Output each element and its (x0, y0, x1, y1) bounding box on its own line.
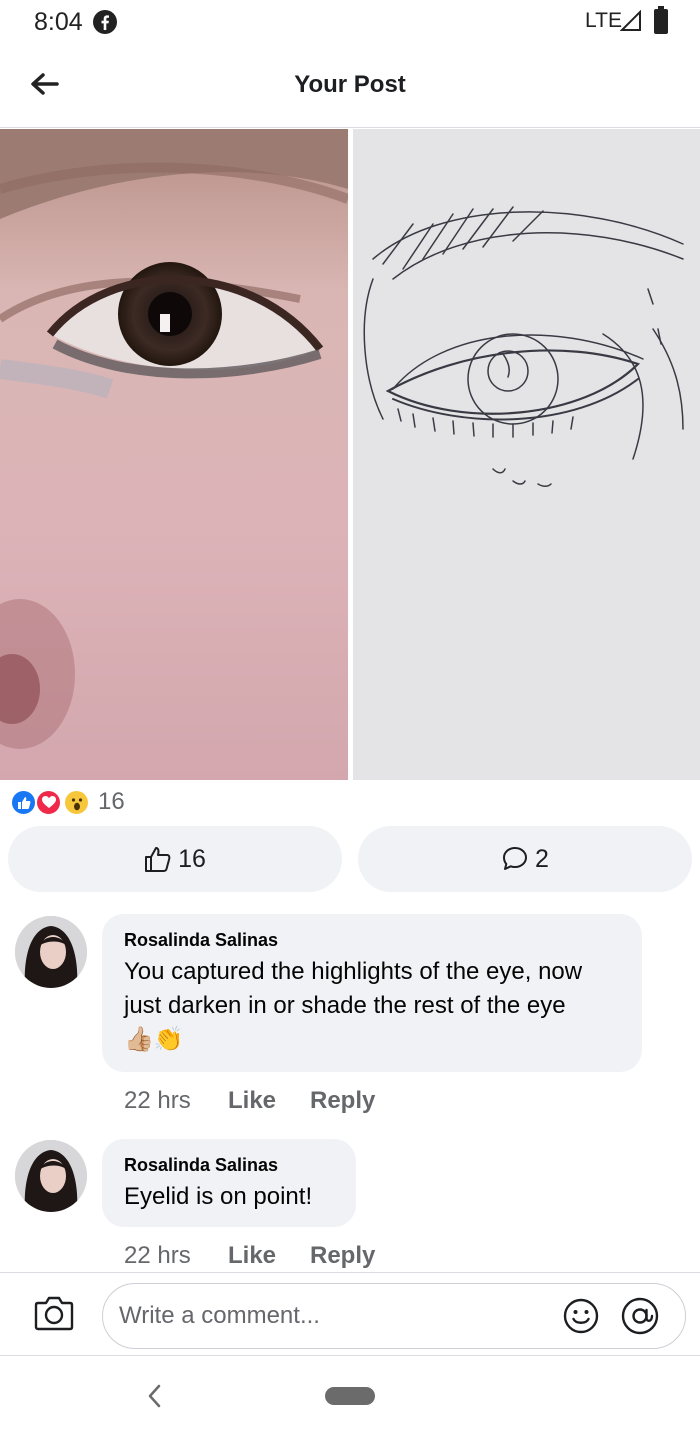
comment-author[interactable]: Rosalinda Salinas (124, 1155, 334, 1176)
comment-text: You captured the highlights of the eye, … (124, 958, 583, 1019)
smiley-icon[interactable] (562, 1297, 600, 1335)
page-title: Your Post (294, 71, 406, 98)
reaction-count: 16 (98, 788, 125, 815)
comment-count: 2 (535, 844, 549, 873)
at-sign-icon[interactable] (620, 1297, 660, 1335)
comment-emoji: 👍🏼👏 (124, 1026, 184, 1053)
comment-like-button[interactable]: Like (228, 1242, 310, 1270)
comment-author[interactable]: Rosalinda Salinas (124, 930, 620, 951)
comment-time: 22 hrs (124, 1242, 191, 1269)
thumbs-up-icon (145, 847, 171, 872)
avatar[interactable] (15, 916, 87, 988)
comment-reply-button[interactable]: Reply (310, 1087, 375, 1115)
post-photo-sketch[interactable] (353, 129, 700, 780)
like-reaction-icon (10, 789, 37, 816)
nav-home-pill[interactable] (325, 1387, 375, 1405)
comment-icon (503, 847, 528, 870)
comment-button[interactable]: 2 (358, 826, 692, 892)
avatar-image (15, 916, 87, 988)
comment-like-button[interactable]: Like (228, 1087, 310, 1115)
signal-icon (620, 10, 641, 31)
comment-meta: 22 hrs Like Reply (124, 1242, 375, 1270)
comment-composer (0, 1272, 700, 1356)
reactions-summary[interactable]: 16 (10, 786, 125, 818)
like-count: 16 (178, 844, 206, 873)
like-button[interactable]: 16 (8, 826, 342, 892)
comment-text: Eyelid is on point! (124, 1183, 313, 1210)
comment-bubble: Rosalinda Salinas Eyelid is on point! (102, 1139, 356, 1227)
wow-reaction-icon (63, 789, 90, 816)
battery-icon (654, 6, 668, 34)
comment-bubble: Rosalinda Salinas You captured the highl… (102, 914, 642, 1072)
comment-meta: 22 hrs Like Reply (124, 1087, 375, 1115)
eye-sketch-image (353, 129, 700, 780)
avatar[interactable] (15, 1140, 87, 1212)
comment-time: 22 hrs (124, 1087, 191, 1114)
status-bar: 8:04 LTE (0, 0, 700, 44)
eye-photo-image (0, 129, 348, 780)
love-reaction-icon (35, 789, 62, 816)
post-photo-eye[interactable] (0, 129, 348, 780)
nav-back-icon[interactable] (145, 1383, 165, 1409)
reaction-icons (10, 788, 94, 816)
facebook-icon (93, 10, 117, 34)
network-type: LTE (585, 9, 622, 32)
avatar-image (15, 1140, 87, 1212)
page-header: Your Post (0, 44, 700, 128)
status-time: 8:04 (34, 8, 83, 36)
camera-icon[interactable] (34, 1295, 74, 1331)
comment-reply-button[interactable]: Reply (310, 1242, 375, 1270)
